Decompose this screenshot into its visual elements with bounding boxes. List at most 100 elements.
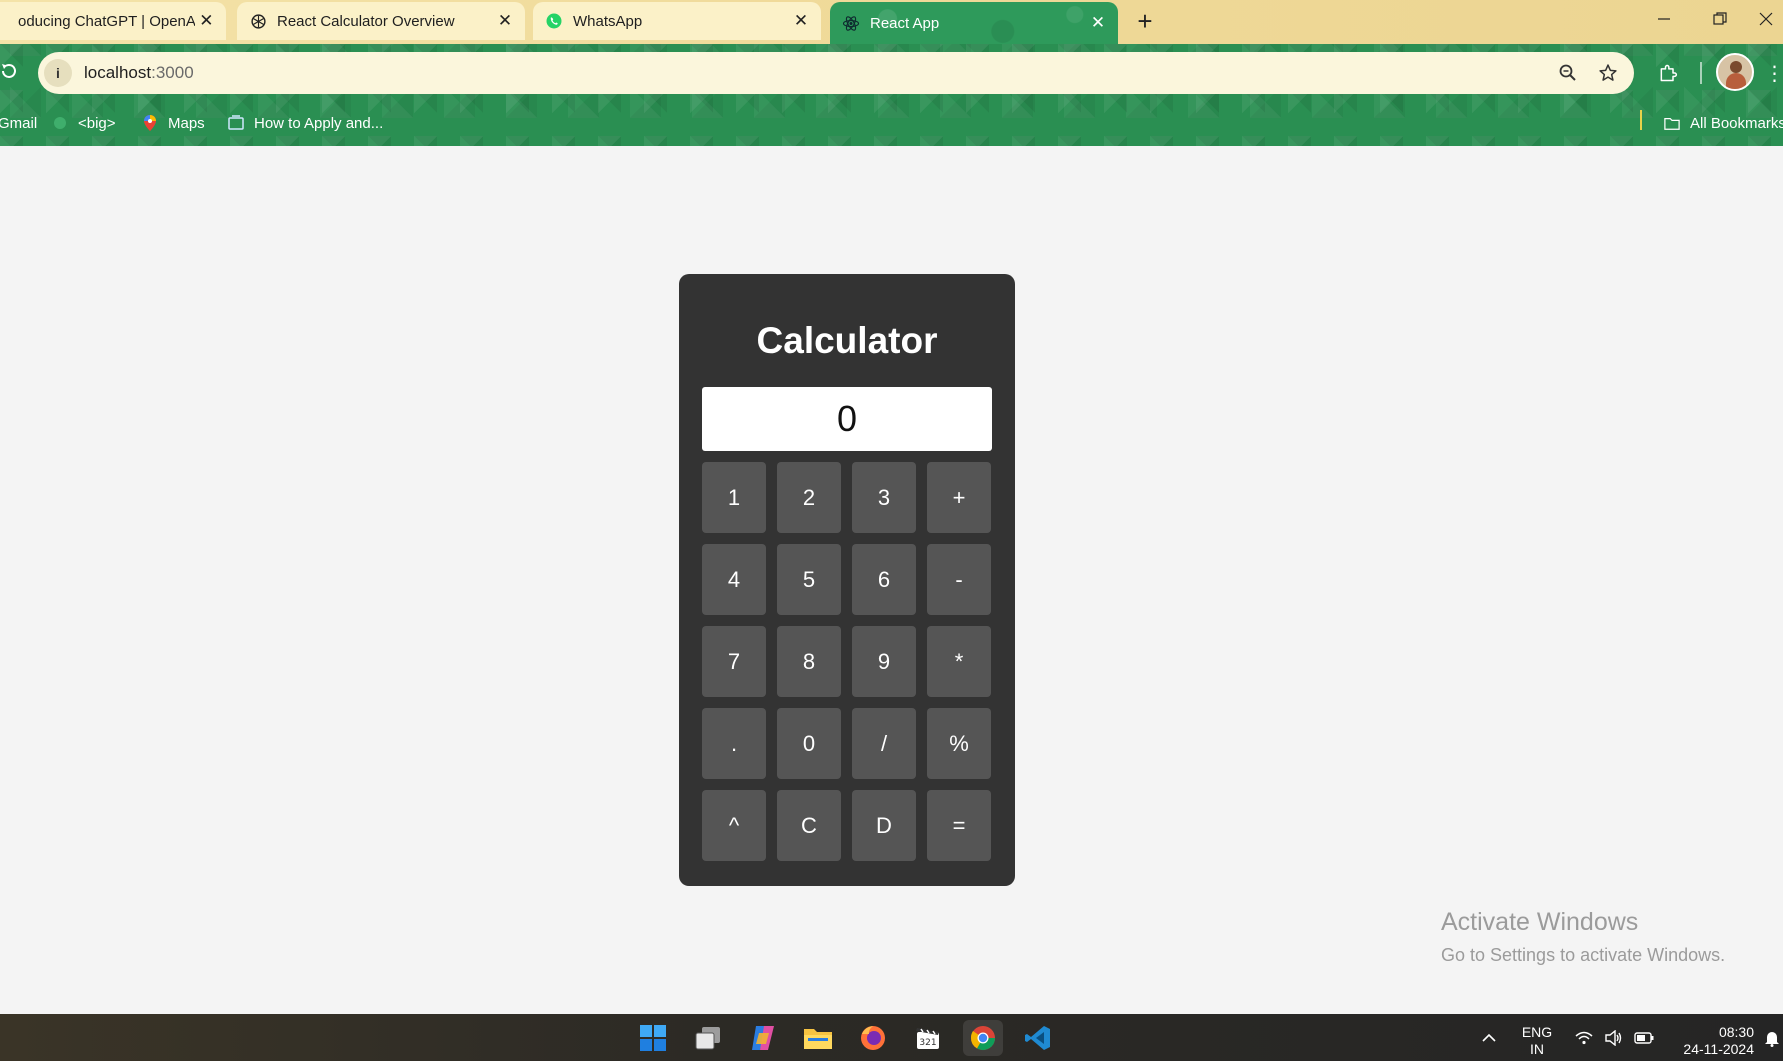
key-equals[interactable]: = bbox=[927, 790, 991, 861]
language-code: ENG bbox=[1521, 1024, 1553, 1040]
calculator-display: 0 bbox=[702, 387, 992, 451]
minimize-icon[interactable] bbox=[1636, 0, 1692, 38]
key-divide[interactable]: / bbox=[852, 708, 916, 779]
key-8[interactable]: 8 bbox=[777, 626, 841, 697]
restore-icon[interactable] bbox=[1692, 0, 1748, 38]
tab-strip: oducing ChatGPT | OpenAI ✕ React Calcula… bbox=[0, 0, 1783, 44]
language-indicator[interactable]: ENG IN bbox=[1520, 1024, 1554, 1058]
tab-whatsapp[interactable]: WhatsApp ✕ bbox=[533, 2, 821, 40]
folder-icon bbox=[1664, 115, 1680, 131]
notification-bell-icon[interactable] bbox=[1760, 1014, 1783, 1061]
clipchamp-icon[interactable]: 321 bbox=[908, 1020, 948, 1056]
bookmark-label: All Bookmarks bbox=[1690, 114, 1783, 132]
page-content: Calculator 0 1 2 3 + 4 5 6 - 7 8 9 * . 0… bbox=[0, 146, 1783, 1014]
whatsapp-icon bbox=[545, 12, 563, 30]
tab-title: WhatsApp bbox=[573, 12, 643, 30]
volume-icon[interactable] bbox=[1600, 1014, 1628, 1061]
page-icon bbox=[228, 115, 244, 131]
tab-title: React Calculator Overview bbox=[277, 12, 455, 30]
url-text[interactable]: localhost:3000 bbox=[84, 63, 1548, 83]
key-delete[interactable]: D bbox=[852, 790, 916, 861]
chrome-icon[interactable] bbox=[963, 1020, 1003, 1056]
key-3[interactable]: 3 bbox=[852, 462, 916, 533]
key-multiply[interactable]: * bbox=[927, 626, 991, 697]
tab-react-app[interactable]: React App ✕ bbox=[830, 2, 1118, 44]
wifi-icon[interactable] bbox=[1570, 1014, 1598, 1061]
close-icon[interactable]: ✕ bbox=[195, 9, 218, 33]
key-4[interactable]: 4 bbox=[702, 544, 766, 615]
clock-date: 24-11-2024 bbox=[1683, 1041, 1754, 1057]
bookmark-maps[interactable]: Maps bbox=[142, 110, 205, 136]
system-clock[interactable]: 08:30 24-11-2024 bbox=[1664, 1024, 1754, 1058]
bookmark-how-to-apply[interactable]: How to Apply and... bbox=[228, 110, 383, 136]
react-icon bbox=[842, 14, 860, 32]
toolbar-divider bbox=[1700, 62, 1702, 84]
clock-time: 08:30 bbox=[1718, 1024, 1754, 1040]
close-icon[interactable]: ✕ bbox=[493, 9, 517, 33]
activate-windows-watermark: Activate Windows Go to Settings to activ… bbox=[1441, 908, 1725, 966]
show-hidden-icons[interactable] bbox=[1474, 1014, 1504, 1061]
close-icon[interactable]: ✕ bbox=[1086, 11, 1110, 35]
key-6[interactable]: 6 bbox=[852, 544, 916, 615]
calculator: Calculator 0 1 2 3 + 4 5 6 - 7 8 9 * . 0… bbox=[679, 274, 1015, 886]
svg-text:321: 321 bbox=[919, 1038, 936, 1048]
region-code: IN bbox=[1530, 1041, 1544, 1057]
bookmark-big[interactable]: <big> bbox=[52, 110, 116, 136]
tab-title: React App bbox=[870, 14, 940, 32]
profile-avatar[interactable] bbox=[1716, 53, 1754, 91]
windows-start-icon[interactable] bbox=[633, 1020, 673, 1056]
key-decimal[interactable]: . bbox=[702, 708, 766, 779]
bookmark-gmail[interactable]: Gmail bbox=[0, 110, 37, 136]
openai-icon bbox=[0, 12, 18, 30]
calculator-title: Calculator bbox=[756, 320, 938, 361]
key-7[interactable]: 7 bbox=[702, 626, 766, 697]
file-explorer-icon[interactable] bbox=[798, 1020, 838, 1056]
maps-icon bbox=[142, 115, 158, 131]
extensions-icon[interactable] bbox=[1650, 56, 1686, 90]
avatar-head bbox=[1730, 61, 1742, 73]
reload-icon[interactable] bbox=[0, 56, 22, 86]
tab-openai[interactable]: oducing ChatGPT | OpenAI ✕ bbox=[0, 2, 226, 40]
bookmark-star-icon[interactable] bbox=[1588, 53, 1628, 93]
url-port: :3000 bbox=[151, 63, 194, 82]
bookmark-label: How to Apply and... bbox=[254, 114, 384, 132]
keypad: 1 2 3 + 4 5 6 - 7 8 9 * . 0 / % ^ C D = bbox=[702, 462, 992, 862]
tab-title: oducing ChatGPT | OpenAI bbox=[18, 12, 195, 30]
key-clear[interactable]: C bbox=[777, 790, 841, 861]
bookmarks-bar: Gmail <big> Maps How to Apply and... All… bbox=[0, 100, 1783, 146]
task-view-icon[interactable] bbox=[688, 1020, 728, 1056]
openai-icon bbox=[249, 12, 267, 30]
key-5[interactable]: 5 bbox=[777, 544, 841, 615]
key-2[interactable]: 2 bbox=[777, 462, 841, 533]
bookmark-label: Maps bbox=[168, 114, 205, 132]
url-host: localhost bbox=[84, 63, 152, 82]
bookmark-label: Gmail bbox=[0, 114, 38, 132]
screen: oducing ChatGPT | OpenAI ✕ React Calcula… bbox=[0, 0, 1783, 1061]
key-9[interactable]: 9 bbox=[852, 626, 916, 697]
firefox-icon[interactable] bbox=[853, 1020, 893, 1056]
key-percent[interactable]: % bbox=[927, 708, 991, 779]
key-power[interactable]: ^ bbox=[702, 790, 766, 861]
key-plus[interactable]: + bbox=[927, 462, 991, 533]
taskbar: 321 ENG IN 08:30 24-11-2024 bbox=[0, 1014, 1783, 1061]
zoom-icon[interactable] bbox=[1548, 53, 1588, 93]
site-info-icon[interactable]: i bbox=[44, 59, 72, 87]
activate-title: Activate Windows bbox=[1441, 908, 1639, 936]
battery-icon[interactable] bbox=[1630, 1014, 1658, 1061]
tab-react-calculator-overview[interactable]: React Calculator Overview ✕ bbox=[237, 2, 525, 40]
copilot-icon[interactable] bbox=[743, 1020, 783, 1056]
bookmarks-divider bbox=[1640, 110, 1642, 130]
avatar-body bbox=[1726, 73, 1746, 89]
globe-icon bbox=[52, 115, 68, 131]
browser-menu-icon[interactable]: ⋮ bbox=[1765, 58, 1783, 88]
new-tab-button[interactable]: + bbox=[1128, 6, 1162, 36]
close-icon[interactable]: ✕ bbox=[789, 9, 813, 33]
all-bookmarks[interactable]: All Bookmarks bbox=[1664, 110, 1783, 136]
key-minus[interactable]: - bbox=[927, 544, 991, 615]
vscode-icon[interactable] bbox=[1018, 1020, 1058, 1056]
bookmark-label: <big> bbox=[78, 114, 116, 132]
key-0[interactable]: 0 bbox=[777, 708, 841, 779]
address-bar[interactable]: i localhost:3000 bbox=[38, 52, 1634, 94]
key-1[interactable]: 1 bbox=[702, 462, 766, 533]
close-window-icon[interactable] bbox=[1748, 0, 1783, 38]
